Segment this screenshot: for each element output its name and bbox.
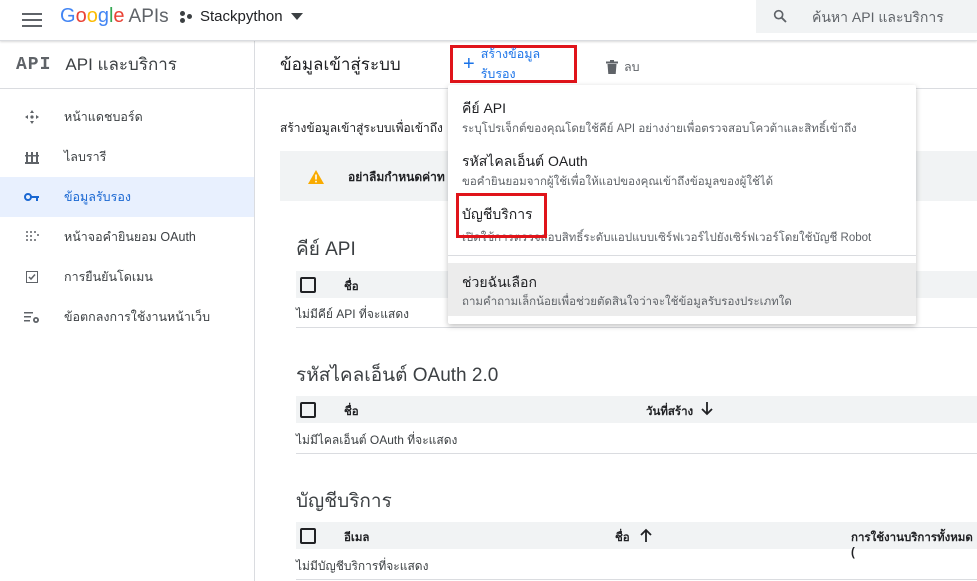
oauth-title: รหัสไคลเอ็นต์ OAuth 2.0 — [296, 365, 499, 386]
oauth-table-header: ชื่อ วันที่สร้าง — [296, 396, 977, 423]
intro-text: สร้างข้อมูลเข้าสู่ระบบเพื่อเข้าถึง — [280, 121, 443, 135]
sidebar-title: API และบริการ — [65, 55, 177, 74]
delete-button[interactable]: ลบ — [606, 57, 640, 77]
plus-icon: + — [463, 53, 475, 75]
column-header-name[interactable]: ชื่อ — [615, 529, 630, 547]
library-icon — [0, 150, 64, 164]
api-keys-title: คีย์ API — [296, 239, 356, 260]
arrow-up-icon[interactable] — [640, 528, 652, 542]
api-badge: API — [16, 54, 52, 75]
key-icon — [0, 192, 64, 202]
divider — [296, 327, 977, 328]
oauth-empty: ไม่มีไคลเอ็นต์ OAuth ที่จะแสดง — [296, 433, 458, 447]
service-accounts-title: บัญชีบริการ — [296, 491, 392, 512]
domain-check-icon — [0, 271, 64, 283]
menu-item-oauth-client-id[interactable]: รหัสไคลเอ็นต์ OAuth ขอคำยินยอมจากผู้ใช้เ… — [448, 140, 916, 192]
menu-divider — [448, 255, 916, 256]
menu-item-help-me-choose[interactable]: ช่วยฉันเลือก ถามคำถามเล็กน้อยเพื่อช่วยตั… — [448, 263, 916, 316]
sidebar-item-library[interactable]: ไลบรารี — [0, 137, 254, 177]
sidebar-item-oauth-consent[interactable]: หน้าจอคำยินยอม OAuth — [0, 217, 254, 257]
create-credentials-menu: คีย์ API ระบุโปรเจ็กต์ของคุณโดยใช้คีย์ A… — [448, 85, 916, 324]
sidebar-item-dashboard[interactable]: หน้าแดชบอร์ด — [0, 97, 254, 137]
select-all-checkbox[interactable] — [300, 402, 316, 418]
search-input[interactable]: ค้นหา API และบริการ — [812, 7, 944, 29]
column-header-name[interactable]: ชื่อ — [344, 278, 359, 296]
service-accounts-table-header: อีเมล ชื่อ การใช้งานบริการทั้งหมด ( — [296, 522, 977, 559]
api-keys-empty: ไม่มีคีย์ API ที่จะแสดง — [296, 307, 410, 321]
column-header-created-date[interactable]: วันที่สร้าง — [646, 403, 693, 421]
divider — [296, 579, 977, 580]
divider — [296, 453, 977, 454]
sidebar-item-credentials[interactable]: ข้อมูลรับรอง — [0, 177, 254, 217]
google-apis-logo[interactable]: Google APIs — [60, 5, 169, 28]
search-icon — [773, 9, 787, 23]
select-all-checkbox[interactable] — [300, 528, 316, 544]
project-selector[interactable]: Stackpython — [180, 8, 303, 25]
trash-icon — [606, 60, 618, 74]
column-header-email[interactable]: อีเมล — [344, 529, 369, 547]
service-accounts-empty: ไม่มีบัญชีบริการที่จะแสดง — [296, 559, 429, 573]
sidebar-item-domain-verification[interactable]: การยืนยันโดเมน — [0, 257, 254, 297]
menu-icon[interactable] — [22, 10, 42, 27]
create-credentials-button[interactable]: + สร้างข้อมูลรับรอง — [450, 45, 577, 83]
menu-item-service-account[interactable]: บัญชีบริการ เปิดใช้การตรวจสอบสิทธิ์ระดับ… — [448, 192, 916, 247]
dashboard-icon — [0, 109, 64, 125]
column-header-total-usage[interactable]: การใช้งานบริการทั้งหมด ( — [851, 529, 977, 559]
project-icon — [180, 10, 194, 24]
project-name: Stackpython — [200, 8, 283, 25]
sidebar-header: API API และบริการ — [0, 41, 254, 89]
search-bar[interactable]: ค้นหา API และบริการ — [756, 0, 977, 33]
sidebar: API API และบริการ หน้าแดชบอร์ด ไลบรารี ข… — [0, 41, 255, 581]
chevron-down-icon — [290, 13, 303, 20]
consent-icon — [0, 230, 64, 244]
settings-list-icon — [0, 311, 64, 324]
column-header-name[interactable]: ชื่อ — [344, 403, 359, 421]
sidebar-item-page-usage-agreements[interactable]: ข้อตกลงการใช้งานหน้าเว็บ — [0, 297, 254, 337]
select-all-checkbox[interactable] — [300, 277, 316, 293]
arrow-down-icon[interactable] — [701, 402, 713, 416]
page-title: ข้อมูลเข้าสู่ระบบ — [280, 55, 401, 74]
warning-icon — [308, 170, 324, 184]
notice-text: อย่าลืมกำหนดค่าท — [348, 170, 445, 184]
top-bar: Google APIs Stackpython ค้นหา API และบริก… — [0, 0, 977, 41]
menu-item-api-key[interactable]: คีย์ API ระบุโปรเจ็กต์ของคุณโดยใช้คีย์ A… — [448, 85, 916, 140]
